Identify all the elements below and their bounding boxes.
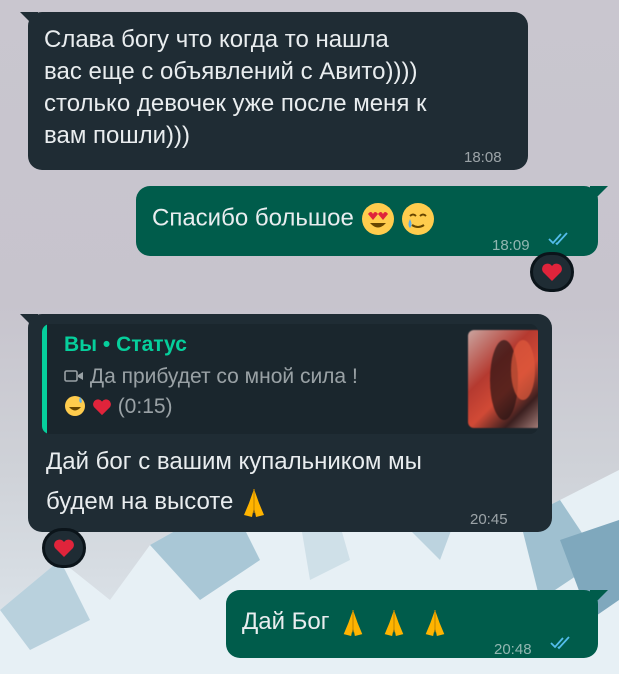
red-heart-icon xyxy=(542,263,562,281)
message-text-line: Слава богу что когда то нашла xyxy=(44,26,389,53)
bubble-tail xyxy=(590,590,608,608)
folded-hands-emoji xyxy=(384,609,404,636)
message-time: 18:08 xyxy=(464,149,502,166)
video-status-icon xyxy=(64,370,83,382)
message-text-line: вас еще с объявлений с Авито)))) xyxy=(44,58,418,85)
red-heart-icon xyxy=(54,539,74,557)
folded-hands-emoji xyxy=(343,609,363,636)
message-outgoing[interactable]: Спасибо большое 18:09 xyxy=(136,186,598,256)
folded-hands-emoji xyxy=(244,488,265,517)
message-time: 18:09 xyxy=(492,237,530,254)
message-text-line: будем на высоте xyxy=(46,488,234,515)
quote-duration: (0:15) xyxy=(117,395,173,418)
grinning-sweat-emoji xyxy=(65,396,85,416)
heart-eyes-emoji xyxy=(361,203,394,235)
quote-accent-bar xyxy=(42,324,47,434)
message-incoming[interactable]: Вы • Статус Да прибудет со мной сила ! (… xyxy=(28,314,552,532)
message-time: 20:45 xyxy=(470,511,508,528)
double-check-read-icon xyxy=(548,232,568,246)
message-time: 20:48 xyxy=(494,641,532,658)
message-text-line: Дай бог с вашим купальником мы xyxy=(46,448,422,475)
status-thumbnail xyxy=(468,330,538,428)
message-text-line: вам пошли))) xyxy=(44,122,190,149)
double-check-read-icon xyxy=(550,636,570,650)
reaction-badge[interactable] xyxy=(42,528,86,568)
folded-hands-emoji xyxy=(425,609,444,636)
message-incoming[interactable]: Слава богу что когда то нашла вас еще с … xyxy=(28,12,528,170)
reaction-badge[interactable] xyxy=(530,252,574,292)
message-outgoing[interactable]: Дай Бог 20:48 xyxy=(226,590,598,658)
bubble-tail xyxy=(590,186,608,204)
quote-author: Вы • Статус xyxy=(64,333,187,356)
red-heart-icon xyxy=(92,399,111,416)
quote-text: Да прибудет со мной сила ! xyxy=(89,365,358,388)
message-text: Дай Бог xyxy=(242,608,330,635)
quoted-status[interactable]: Вы • Статус Да прибудет со мной сила ! (… xyxy=(42,324,538,434)
message-text: Спасибо большое xyxy=(152,204,354,232)
smiling-tear-emoji xyxy=(402,203,435,235)
message-text-line: столько девочек уже после меня к xyxy=(44,90,427,117)
